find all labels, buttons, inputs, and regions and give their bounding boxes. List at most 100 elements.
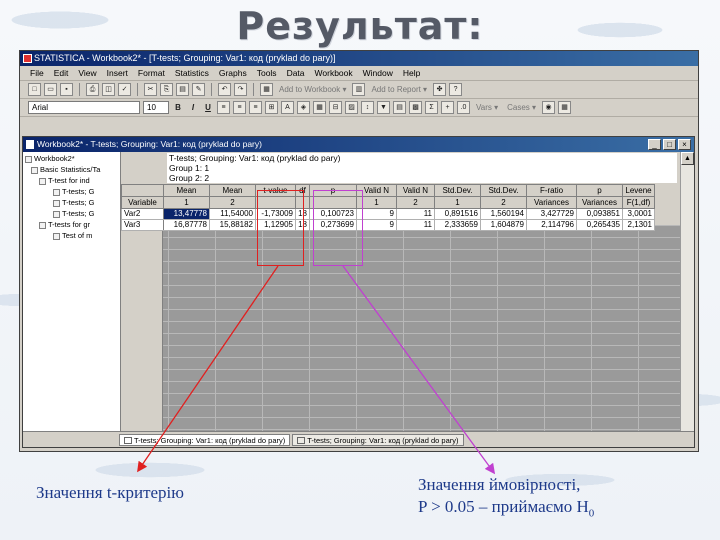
column-header[interactable]: 2	[209, 196, 256, 209]
column-header[interactable]: Std.Dev.	[480, 184, 527, 197]
align-right-icon[interactable]: ≡	[249, 101, 262, 114]
decimal-icon[interactable]: .0	[457, 101, 470, 114]
tree-item-t-tests-1[interactable]: T-tests; G	[53, 187, 95, 196]
table-cell[interactable]: 11	[396, 208, 435, 220]
add-to-workbook-button[interactable]: Add to Workbook ▾	[279, 85, 346, 94]
menu-edit[interactable]: Edit	[54, 68, 69, 78]
zoom-icon[interactable]: +	[441, 101, 454, 114]
new-file-icon[interactable]: □	[28, 83, 41, 96]
table-cell[interactable]: 16,87778	[163, 219, 210, 231]
row-label-var3[interactable]: Var3	[121, 219, 164, 231]
grid-icon[interactable]: ⊟	[329, 101, 342, 114]
row-label-var2[interactable]: Var2	[121, 208, 164, 220]
column-header[interactable]	[121, 184, 164, 197]
font-color-icon[interactable]: A	[281, 101, 294, 114]
close-icon[interactable]: ×	[678, 139, 691, 150]
tree-item-t-test-independent[interactable]: T-test for ind	[39, 176, 90, 185]
table-cell[interactable]: 0,265435	[576, 219, 623, 231]
menu-insert[interactable]: Insert	[107, 68, 128, 78]
copy-icon[interactable]: ⎘	[160, 83, 173, 96]
table-cell[interactable]: 0,891516	[434, 208, 481, 220]
paste-icon[interactable]: ▤	[176, 83, 189, 96]
column-header[interactable]: 1	[163, 196, 210, 209]
column-header[interactable]: 1	[434, 196, 481, 209]
table-cell[interactable]: 1,604879	[480, 219, 527, 231]
menu-data[interactable]: Data	[287, 68, 305, 78]
undo-icon[interactable]: ↶	[218, 83, 231, 96]
tree-item-t-tests-groups[interactable]: T-tests for gr	[39, 220, 90, 229]
menu-graphs[interactable]: Graphs	[219, 68, 247, 78]
fill-color-icon[interactable]: ◈	[297, 101, 310, 114]
table-cell[interactable]: 2,114796	[526, 219, 577, 231]
menu-format[interactable]: Format	[138, 68, 165, 78]
table-cell[interactable]: 3,427729	[526, 208, 577, 220]
tree-item-workbook[interactable]: Workbook2*	[25, 154, 75, 163]
vars-button[interactable]: Vars ▾	[476, 103, 498, 112]
table-cell[interactable]: 13,47778	[163, 208, 210, 220]
add-to-report-icon[interactable]: ▥	[352, 83, 366, 96]
scroll-up-icon[interactable]: ▲	[681, 152, 694, 165]
menu-statistics[interactable]: Statistics	[175, 68, 209, 78]
table-cell[interactable]: 15,88182	[209, 219, 256, 231]
font-size-select[interactable]: 10	[143, 101, 169, 114]
font-family-select[interactable]: Arial	[28, 101, 140, 114]
column-header[interactable]: Mean	[209, 184, 256, 197]
table-cell[interactable]: 2,333659	[434, 219, 481, 231]
sort-icon[interactable]: ↕	[361, 101, 374, 114]
filter-icon[interactable]: ▼	[377, 101, 390, 114]
column-header[interactable]: p	[576, 184, 623, 197]
table-icon[interactable]: ▤	[393, 101, 406, 114]
spell-check-icon[interactable]: ✓	[118, 83, 131, 96]
maximize-icon[interactable]: □	[663, 139, 676, 150]
column-header[interactable]: Std.Dev.	[434, 184, 481, 197]
web-icon[interactable]: ✤	[433, 83, 447, 96]
menu-help[interactable]: Help	[403, 68, 420, 78]
tree-item-test-of-means[interactable]: Test of m	[53, 231, 92, 240]
table-cell[interactable]: 3,0001	[622, 208, 655, 220]
chart-icon[interactable]: ▨	[345, 101, 358, 114]
stats-icon[interactable]: Σ	[425, 101, 438, 114]
cut-icon[interactable]: ✂	[144, 83, 157, 96]
column-header[interactable]: Valid N	[396, 184, 435, 197]
table-cell[interactable]: 11,54000	[209, 208, 256, 220]
column-header[interactable]: 2	[480, 196, 527, 209]
column-header[interactable]: F-ratio	[526, 184, 577, 197]
tree-item-basic-statistics[interactable]: Basic Statistics/Ta	[31, 165, 100, 174]
column-header[interactable]: Levene	[622, 184, 655, 197]
menu-workbook[interactable]: Workbook	[315, 68, 353, 78]
print-preview-icon[interactable]: ◫	[102, 83, 115, 96]
column-header[interactable]: 2	[396, 196, 435, 209]
table-cell[interactable]: 11	[396, 219, 435, 231]
plot-icon[interactable]: ▩	[409, 101, 422, 114]
open-folder-icon[interactable]: ▭	[44, 83, 57, 96]
tree-item-t-tests-3[interactable]: T-tests; G	[53, 209, 95, 218]
add-to-workbook-icon[interactable]: ▦	[260, 83, 273, 96]
column-header[interactable]: Variances	[526, 196, 577, 209]
column-header[interactable]: F(1,df)	[622, 196, 655, 209]
sheet-tab[interactable]: T-tests; Grouping: Var1: код (pryklad do…	[292, 433, 464, 446]
column-header[interactable]: Mean	[163, 184, 210, 197]
table-cell[interactable]: 0,093851	[576, 208, 623, 220]
cases-button[interactable]: Cases ▾	[507, 103, 536, 112]
add-to-report-button[interactable]: Add to Report ▾	[371, 85, 427, 94]
save-icon[interactable]: ▪	[60, 83, 73, 96]
sheet-tab-active[interactable]: T-tests; Grouping: Var1: код (pryklad do…	[119, 433, 291, 446]
minimize-icon[interactable]: _	[648, 139, 661, 150]
menu-window[interactable]: Window	[363, 68, 393, 78]
menu-view[interactable]: View	[78, 68, 96, 78]
vertical-scrollbar[interactable]: ▲	[680, 152, 694, 432]
table-cell[interactable]: 2,1301	[622, 219, 655, 231]
redo-icon[interactable]: ↷	[234, 83, 247, 96]
table-cell[interactable]: 1,560194	[480, 208, 527, 220]
record-icon[interactable]: ◉	[542, 101, 556, 114]
help-icon[interactable]: ?	[449, 83, 463, 96]
align-center-icon[interactable]: ≡	[233, 101, 246, 114]
align-left-icon[interactable]: ≡	[217, 101, 230, 114]
bold-button[interactable]: B	[172, 101, 184, 114]
italic-button[interactable]: I	[187, 101, 199, 114]
underline-button[interactable]: U	[202, 101, 214, 114]
grid-view-icon[interactable]: ▦	[558, 101, 572, 114]
tree-item-t-tests-2[interactable]: T-tests; G	[53, 198, 95, 207]
borders-icon[interactable]: ▦	[313, 101, 326, 114]
format-painter-icon[interactable]: ✎	[192, 83, 205, 96]
